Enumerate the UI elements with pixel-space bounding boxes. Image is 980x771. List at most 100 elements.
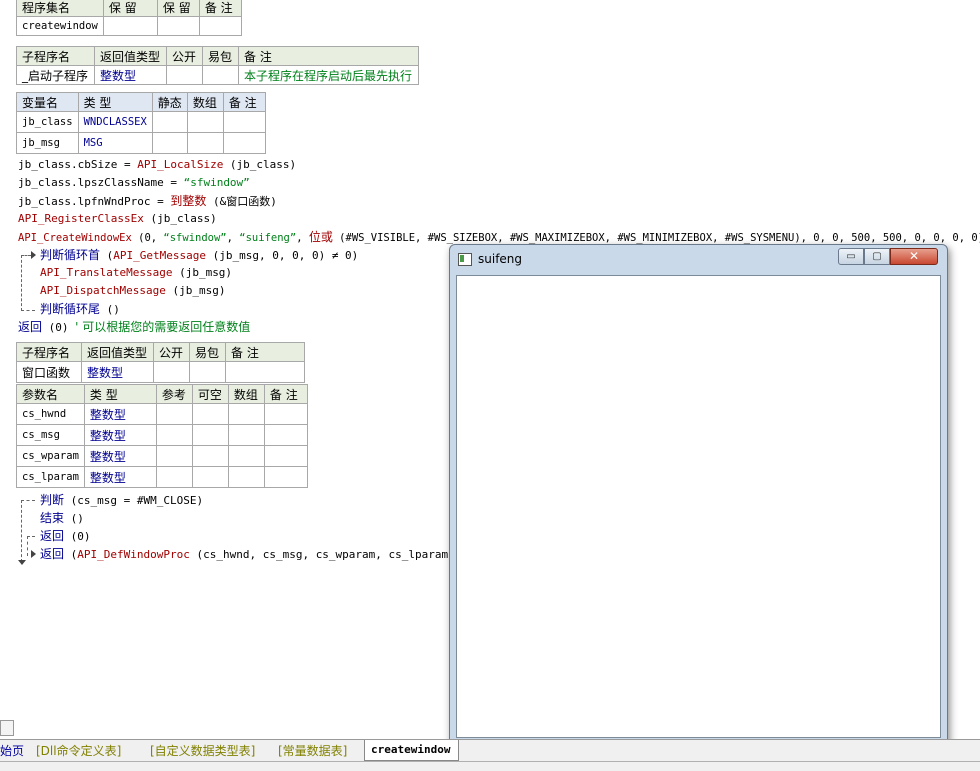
var-type-cell[interactable]: WNDCLASSEX (77, 111, 153, 133)
code-text: () (100, 303, 120, 316)
code-line[interactable]: API_RegisterClassEx (jb_class) (18, 211, 217, 227)
return-type-cell[interactable]: 整数型 (81, 361, 154, 383)
header-cell: 参数名 (16, 384, 85, 404)
code-line[interactable]: API_TranslateMessage (jb_msg) (40, 265, 232, 281)
branch-guide-line (27, 536, 35, 537)
cell[interactable] (151, 132, 188, 154)
cell[interactable] (225, 361, 305, 383)
code-line[interactable]: 判断循环首 (API_GetMessage (jb_msg, 0, 0, 0) … (40, 247, 358, 263)
cell[interactable] (191, 403, 229, 425)
cell[interactable] (189, 361, 226, 383)
suifeng-window[interactable]: suifeng ▭ ▢ ✕ (449, 244, 948, 745)
keyword: 返回 (18, 320, 43, 334)
header-cell: 变量名 (16, 92, 79, 112)
code-line[interactable]: API_DispatchMessage (jb_msg) (40, 283, 225, 299)
cell[interactable] (263, 403, 308, 425)
cell[interactable] (191, 445, 229, 467)
arrow-right-icon (31, 550, 36, 558)
tab-custom-types[interactable]: [自定义数据类型表] (150, 742, 255, 760)
cell[interactable] (155, 466, 193, 488)
code-line[interactable]: 返回 (API_DefWindowProc (cs_hwnd, cs_msg, … (40, 546, 461, 562)
header-cell: 易包 (202, 46, 239, 66)
var-name-cell[interactable]: jb_class (16, 111, 79, 133)
cell[interactable] (153, 361, 190, 383)
cell[interactable] (156, 16, 200, 36)
header-cell: 返回值类型 (81, 342, 154, 362)
assembly-name-cell[interactable]: createwindow (16, 16, 104, 36)
cell[interactable] (227, 466, 265, 488)
var-type-cell[interactable]: MSG (77, 132, 153, 154)
header-cell: 类 型 (77, 92, 153, 112)
header-cell: 子程序名 (16, 46, 95, 66)
close-button[interactable]: ✕ (890, 248, 938, 265)
code-line[interactable]: 返回 (0) (40, 528, 91, 544)
cell[interactable] (263, 424, 308, 446)
keyword: 返回 (40, 529, 65, 543)
sub-name-cell[interactable]: 窗口函数 (16, 361, 82, 383)
cell[interactable] (198, 16, 242, 36)
param-name-cell[interactable]: cs_hwnd (16, 403, 85, 425)
remark-cell[interactable]: 本子程序在程序启动后最先执行 (238, 65, 419, 85)
code-line[interactable]: API_CreateWindowEx (0, “sfwindow”, “suif… (18, 229, 980, 245)
code-line[interactable]: 结束 () (40, 510, 84, 526)
param-name-cell[interactable]: cs_lparam (16, 466, 85, 488)
cell[interactable] (155, 424, 193, 446)
cell[interactable] (227, 403, 265, 425)
tab-dll-commands[interactable]: [Dll命令定义表] (36, 742, 121, 760)
code-line[interactable]: jb_class.lpfnWndProc = 到整数 (&窗口函数) (18, 193, 277, 209)
var-name-cell[interactable]: jb_msg (16, 132, 79, 154)
window-titlebar[interactable]: suifeng ▭ ▢ ✕ (450, 245, 947, 273)
param-name-cell[interactable]: cs_wparam (16, 445, 85, 467)
cell[interactable] (202, 65, 239, 85)
cell[interactable] (222, 132, 266, 154)
window-client-area[interactable] (456, 275, 941, 738)
code-line[interactable]: jb_class.cbSize = API_LocalSize (jb_clas… (18, 157, 296, 173)
param-type-cell[interactable]: 整数型 (83, 466, 157, 488)
branch-guide-line (27, 536, 28, 556)
param-type-cell[interactable]: 整数型 (83, 403, 157, 425)
param-type-cell[interactable]: 整数型 (83, 424, 157, 446)
header-cell: 备 注 (263, 384, 308, 404)
param-type-cell[interactable]: 整数型 (83, 445, 157, 467)
cell[interactable] (155, 445, 193, 467)
code-text: () (64, 512, 84, 525)
cell[interactable] (166, 65, 203, 85)
cell[interactable] (222, 111, 266, 133)
tab-start-page[interactable]: 始页 (0, 742, 24, 760)
header-cell: 公开 (166, 46, 203, 66)
cell[interactable] (155, 403, 193, 425)
scrollbar[interactable] (0, 720, 14, 736)
minimize-button[interactable]: ▭ (838, 248, 864, 265)
cell[interactable] (263, 466, 308, 488)
code-line[interactable]: jb_class.lpszClassName = “sfwindow” (18, 175, 250, 191)
keyword: 判断循环首 (40, 248, 101, 262)
code-text: (#WS_VISIBLE, #WS_SIZEBOX, #WS_MAXIMIZEB… (332, 232, 980, 244)
param-name-cell[interactable]: cs_msg (16, 424, 85, 446)
cell[interactable] (186, 111, 224, 133)
code-line[interactable]: 判断循环尾 () (40, 301, 120, 317)
header-cell: 公开 (153, 342, 190, 362)
tab-constants[interactable]: [常量数据表] (278, 742, 347, 760)
maximize-button[interactable]: ▢ (864, 248, 890, 265)
cell[interactable] (186, 132, 224, 154)
parameter-table: 参数名 类 型 参考 可空 数组 备 注 cs_hwnd 整数型 cs_msg … (16, 384, 308, 488)
code-text: (jb_class) (223, 158, 297, 171)
cell[interactable] (191, 424, 229, 446)
cell[interactable] (102, 16, 158, 36)
sub-name-cell[interactable]: _启动子程序 (16, 65, 95, 85)
code-text: (0) (64, 530, 91, 543)
tab-createwindow[interactable]: createwindow (364, 740, 460, 761)
code-text: (jb_msg) (165, 284, 226, 297)
cell[interactable] (227, 424, 265, 446)
cell[interactable] (151, 111, 188, 133)
code-line[interactable]: 判断 (cs_msg = #WM_CLOSE) (40, 492, 203, 508)
cell[interactable] (227, 445, 265, 467)
arrow-down-icon (18, 560, 26, 565)
keyword: 结束 (40, 511, 65, 525)
code-text: ( (64, 548, 78, 561)
return-type-cell[interactable]: 整数型 (94, 65, 167, 85)
header-cell: 备 注 (238, 46, 419, 66)
cell[interactable] (263, 445, 308, 467)
code-line[interactable]: 返回 (0) ' 可以根据您的需要返回任意数值 (18, 319, 250, 335)
cell[interactable] (191, 466, 229, 488)
